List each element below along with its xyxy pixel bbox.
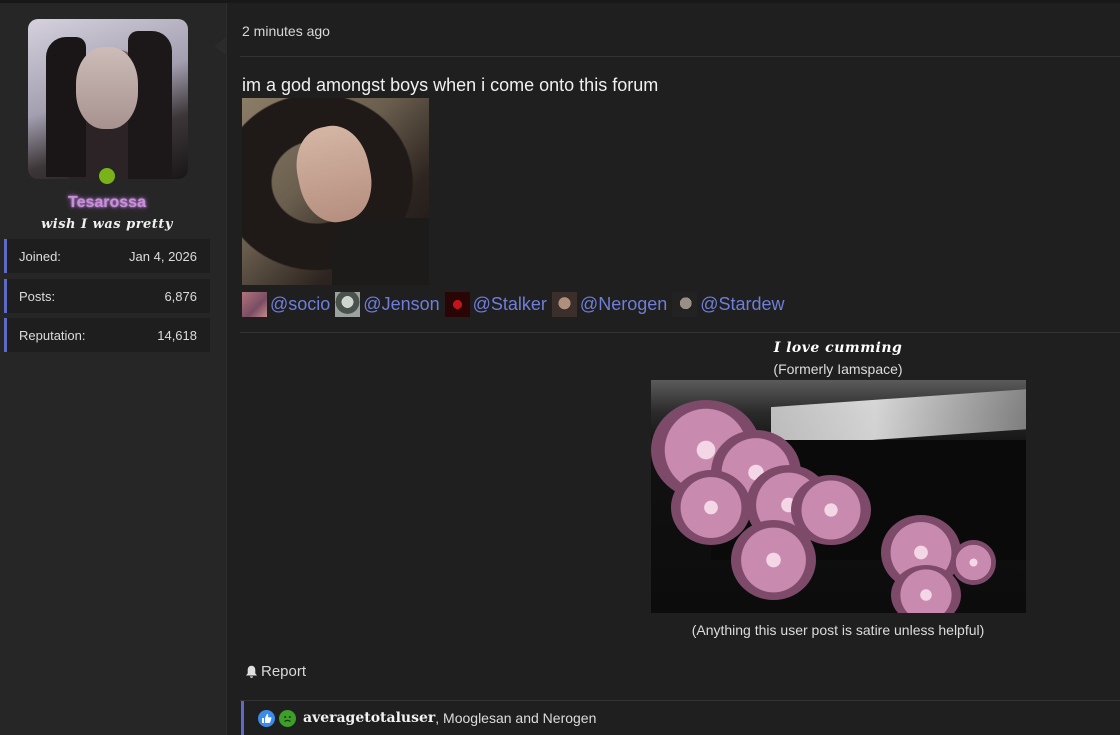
mention-nerogen[interactable]: @Nerogen [551, 292, 668, 317]
user-title: wish I was pretty [41, 217, 173, 232]
stalker-avatar [444, 292, 470, 317]
image-flower [731, 520, 816, 600]
stat-value: 14,618 [157, 327, 197, 343]
sick-icon [279, 709, 296, 727]
mention-handle: @Stardew [700, 294, 785, 314]
image-flower [951, 540, 996, 585]
mention-jenson[interactable]: @Jenson [335, 292, 440, 317]
reactor-name[interactable]: averagetotaluser [303, 710, 435, 726]
divider [240, 56, 1120, 57]
stat-value: 6,876 [164, 288, 197, 304]
mention-handle: @Stalker [472, 294, 547, 314]
report-button[interactable]: Report [245, 663, 306, 680]
socio-avatar [242, 292, 267, 317]
nerogen-avatar [551, 292, 577, 317]
post-pointer-arrow [214, 36, 227, 56]
like-icon [258, 709, 275, 727]
post-timestamp[interactable]: 2 minutes ago [242, 23, 330, 39]
bell-icon [245, 665, 258, 679]
mention-handle: @Jenson [363, 294, 440, 314]
image-shirt [332, 218, 429, 285]
avatar-face [76, 47, 138, 129]
mention-handle: @Nerogen [579, 294, 668, 314]
stat-value: Jan 4, 2026 [129, 248, 197, 264]
image-flower [671, 470, 751, 545]
stat-posts: Posts: 6,876 [4, 279, 210, 313]
reactor-list: , Mooglesan and Nerogen [435, 710, 597, 726]
mention-stardew[interactable]: @Stardew [672, 292, 785, 317]
mention-list: @socio @Jenson @Stalker @Nerogen @Starde… [242, 292, 790, 317]
jenson-avatar [335, 292, 361, 317]
reaction-bar[interactable]: averagetotaluser , Mooglesan and Nerogen [241, 701, 1120, 735]
mention-stalker[interactable]: @Stalker [444, 292, 547, 317]
stat-reputation: Reputation: 14,618 [4, 318, 210, 352]
stat-joined: Joined: Jan 4, 2026 [4, 239, 210, 273]
stat-label: Reputation: [19, 327, 86, 343]
post-body: 2 minutes ago im a god amongst boys when… [228, 3, 1120, 735]
image-water [771, 388, 1026, 448]
report-label: Report [261, 663, 307, 680]
mention-socio[interactable]: @socio [242, 292, 330, 317]
post-message: im a god amongst boys when i come onto t… [242, 75, 659, 95]
signature-former-name: (Formerly Iamspace) [773, 361, 903, 377]
stat-label: Joined: [19, 248, 61, 264]
signature-footer: (Anything this user post is satire unles… [691, 622, 985, 638]
post-image[interactable] [242, 98, 429, 285]
signature-image [651, 380, 1026, 613]
stat-label: Posts: [19, 288, 56, 304]
signature-divider [240, 332, 1120, 333]
stardew-avatar [672, 292, 698, 317]
user-avatar[interactable] [28, 19, 188, 179]
mention-handle: @socio [270, 294, 331, 314]
user-sidebar: Tesarossa wish I was pretty Joined: Jan … [0, 3, 227, 735]
signature-title: I love cumming [773, 340, 903, 356]
online-status-indicator [97, 166, 117, 186]
username[interactable]: Tesarossa [0, 194, 214, 212]
